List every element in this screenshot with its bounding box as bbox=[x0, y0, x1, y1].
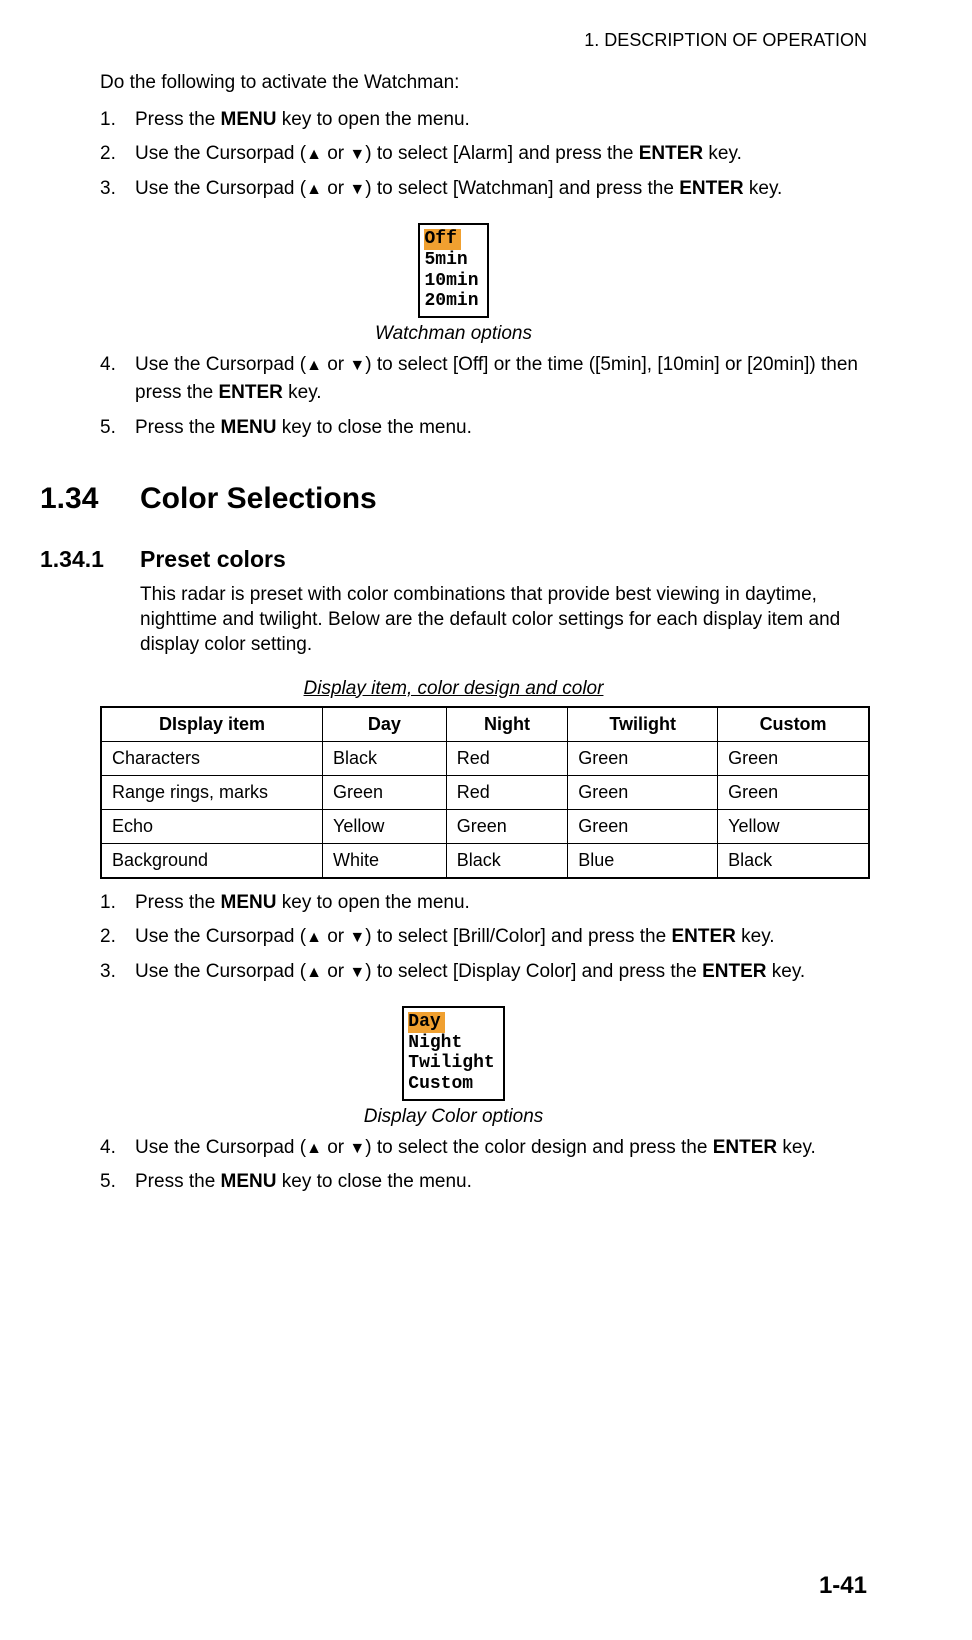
step-text: Use the Cursorpad ( or ) to select [Bril… bbox=[135, 923, 867, 952]
section-heading: 1.34 Color Selections bbox=[40, 482, 867, 516]
triangle-up-icon bbox=[306, 961, 322, 982]
page-number: 1-41 bbox=[819, 1572, 867, 1600]
step-text: Press the MENU key to close the menu. bbox=[135, 1168, 867, 1197]
triangle-down-icon bbox=[349, 926, 365, 947]
menu-option: 5min bbox=[424, 250, 482, 271]
triangle-up-icon bbox=[306, 926, 322, 947]
step-text: Use the Cursorpad ( or ) to select [Watc… bbox=[135, 175, 867, 204]
steps-list-2: 4. Use the Cursorpad ( or ) to select [O… bbox=[100, 351, 867, 443]
menu-option: Night bbox=[408, 1033, 498, 1054]
step-num: 3. bbox=[100, 958, 135, 987]
triangle-up-icon bbox=[306, 178, 322, 199]
steps-list-1: 1. Press the MENU key to open the menu. … bbox=[100, 106, 867, 204]
page-header: 1. DESCRIPTION OF OPERATION bbox=[40, 30, 867, 51]
display-color-caption: Display Color options bbox=[40, 1106, 867, 1128]
step-text: Press the MENU key to close the menu. bbox=[135, 414, 867, 443]
steps-list-3: 1. Press the MENU key to open the menu. … bbox=[100, 889, 867, 987]
table-row: CharactersBlackRedGreenGreen bbox=[101, 741, 869, 775]
step-text: Use the Cursorpad ( or ) to select the c… bbox=[135, 1134, 867, 1163]
color-table: DIsplay item Day Night Twilight Custom C… bbox=[100, 706, 870, 879]
table-row: Range rings, marksGreenRedGreenGreen bbox=[101, 775, 869, 809]
step-num: 3. bbox=[100, 175, 135, 204]
section-number: 1.34 bbox=[40, 482, 140, 516]
menu-option: Twilight bbox=[408, 1053, 498, 1074]
step-num: 5. bbox=[100, 414, 135, 443]
menu-selected: Day bbox=[408, 1012, 444, 1033]
step-text: Press the MENU key to open the menu. bbox=[135, 889, 867, 918]
subsection-title: Preset colors bbox=[140, 546, 286, 573]
triangle-down-icon bbox=[349, 178, 365, 199]
step-num: 4. bbox=[100, 351, 135, 408]
triangle-down-icon bbox=[349, 961, 365, 982]
table-row: EchoYellowGreenGreenYellow bbox=[101, 809, 869, 843]
triangle-down-icon bbox=[349, 1137, 365, 1158]
step-num: 1. bbox=[100, 106, 135, 135]
step-text: Use the Cursorpad ( or ) to select [Off]… bbox=[135, 351, 867, 408]
step-num: 2. bbox=[100, 140, 135, 169]
steps-list-4: 4. Use the Cursorpad ( or ) to select th… bbox=[100, 1134, 867, 1197]
table-caption: Display item, color design and color bbox=[40, 678, 867, 700]
triangle-up-icon bbox=[306, 354, 322, 375]
watchman-caption: Watchman options bbox=[40, 323, 867, 345]
menu-option: Custom bbox=[408, 1074, 498, 1095]
display-color-options-box: Day Night Twilight Custom bbox=[402, 1006, 504, 1101]
section-title: Color Selections bbox=[140, 482, 377, 516]
table-row: BackgroundWhiteBlackBlueBlack bbox=[101, 843, 869, 878]
subsection-heading: 1.34.1 Preset colors bbox=[40, 546, 867, 573]
triangle-up-icon bbox=[306, 143, 322, 164]
table-header: DIsplay item bbox=[101, 707, 323, 742]
menu-selected: Off bbox=[424, 229, 460, 250]
menu-option: 10min bbox=[424, 271, 482, 292]
step-text: Use the Cursorpad ( or ) to select [Alar… bbox=[135, 140, 867, 169]
step-text: Use the Cursorpad ( or ) to select [Disp… bbox=[135, 958, 867, 987]
step-num: 1. bbox=[100, 889, 135, 918]
triangle-down-icon bbox=[349, 354, 365, 375]
intro-text: Do the following to activate the Watchma… bbox=[100, 71, 867, 96]
table-header: Custom bbox=[718, 707, 869, 742]
step-num: 5. bbox=[100, 1168, 135, 1197]
menu-option: 20min bbox=[424, 291, 482, 312]
triangle-up-icon bbox=[306, 1137, 322, 1158]
table-header: Night bbox=[446, 707, 567, 742]
table-header: Twilight bbox=[568, 707, 718, 742]
watchman-options-box: Off 5min 10min 20min bbox=[418, 223, 488, 318]
table-header: Day bbox=[323, 707, 447, 742]
subsection-number: 1.34.1 bbox=[40, 546, 140, 573]
step-text: Press the MENU key to open the menu. bbox=[135, 106, 867, 135]
step-num: 4. bbox=[100, 1134, 135, 1163]
triangle-down-icon bbox=[349, 143, 365, 164]
step-num: 2. bbox=[100, 923, 135, 952]
preset-paragraph: This radar is preset with color combinat… bbox=[140, 583, 867, 657]
